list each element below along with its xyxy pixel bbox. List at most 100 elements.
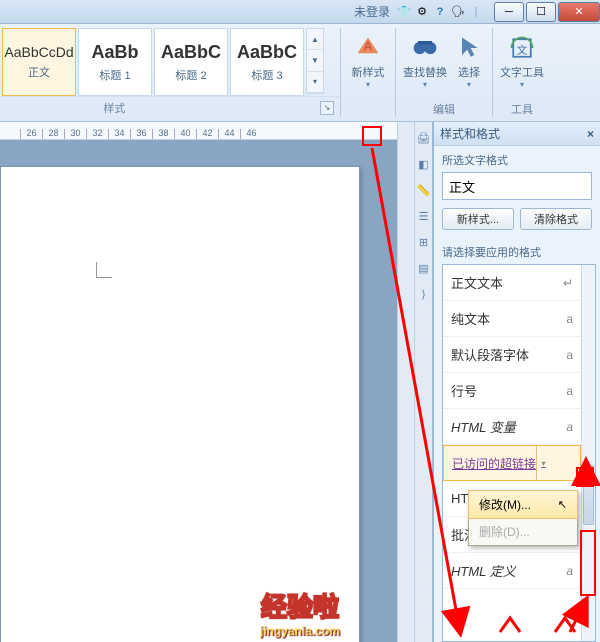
window-controls: ─ ☐ ✕ — [492, 2, 600, 22]
vertical-scrollbar[interactable] — [397, 122, 414, 642]
separator-icon: | — [468, 4, 484, 20]
ribbon-label: 选择 — [458, 64, 480, 80]
char-mark-icon: a — [566, 420, 573, 434]
style-name: 标题 2 — [175, 67, 206, 83]
style-tile-h1[interactable]: AaBb 标题 1 — [78, 28, 152, 96]
pane-close-button[interactable]: × — [587, 127, 594, 141]
ruler-mark: 42 — [196, 129, 218, 139]
styles-pane: 样式和格式 × 所选文字格式 正文 新样式... 清除格式 请选择要应用的格式 … — [432, 122, 600, 642]
new-style-button[interactable]: A 新样式 ▾ — [343, 26, 393, 96]
skin-icon[interactable]: 👕 — [396, 4, 412, 20]
list-item[interactable]: 正文文本↵ — [443, 265, 581, 301]
ruler-mark: 28 — [42, 129, 64, 139]
ruler-mark: 40 — [174, 129, 196, 139]
document-page[interactable] — [0, 166, 360, 642]
collapse-icon[interactable]: ⟩ — [417, 288, 431, 302]
style-item-label: 纯文本 — [451, 309, 490, 328]
cursor-icon — [455, 34, 483, 62]
vertical-toolbar: 🖨 ◧ 📏 ☰ ⊞ ▤ ⟩ — [414, 122, 432, 642]
scroll-down-icon[interactable]: ▼ — [307, 50, 323, 71]
style-item-label: HTML 变量 — [451, 417, 516, 436]
close-button[interactable]: ✕ — [558, 2, 600, 22]
expand-icon[interactable]: ▾ — [307, 72, 323, 93]
list-item[interactable]: HTML 定义a — [443, 553, 581, 589]
pane-buttons: 新样式... 清除格式 — [434, 200, 600, 238]
dropdown-icon: ▾ — [423, 80, 427, 89]
ribbon-label: 查找替换 — [403, 64, 447, 80]
ruler-mark: 32 — [86, 129, 108, 139]
style-name: 标题 3 — [251, 67, 282, 83]
ctx-label: 删除(D)... — [479, 523, 530, 540]
ribbon: AaBbCcDd 正文 AaBb 标题 1 AaBbC 标题 2 AaBbC 标… — [0, 24, 600, 122]
style-tile-body[interactable]: AaBbCcDd 正文 — [2, 28, 76, 96]
watermark-text: 经验啦 — [260, 587, 340, 624]
ruler-mark: 38 — [152, 129, 174, 139]
char-mark-icon: a — [566, 312, 573, 326]
help-icon[interactable]: ? — [432, 4, 448, 20]
find-replace-button[interactable]: 查找替换 ▾ — [400, 26, 450, 96]
maximize-button[interactable]: ☐ — [526, 2, 556, 22]
binoculars-icon — [411, 34, 439, 62]
dropdown-icon: ▾ — [467, 80, 471, 89]
watermark: 经验啦 jingyanla.com — [260, 587, 340, 638]
ribbon-label: 新样式 — [352, 64, 385, 80]
list-item[interactable]: 纯文本 a — [443, 301, 581, 337]
ruler-mark: 36 — [130, 129, 152, 139]
zoom-icon[interactable]: ⊞ — [417, 236, 431, 250]
minimize-button[interactable]: ─ — [494, 2, 524, 22]
current-format-label: 所选文字格式 — [434, 146, 600, 172]
ruler-mark: 26 — [20, 129, 42, 139]
style-context-menu: 修改(M)...↖ 删除(D)... — [468, 490, 578, 546]
group-label-tools: 工具 — [511, 101, 533, 120]
nav-icon[interactable]: ◧ — [417, 158, 431, 172]
outline-icon[interactable]: ▤ — [417, 262, 431, 276]
style-name: 正文 — [28, 64, 50, 80]
dropdown-icon: ▾ — [366, 80, 370, 89]
svg-text:文: 文 — [517, 43, 528, 56]
print-icon[interactable]: 🖨 — [417, 132, 431, 146]
margin-marker-icon — [96, 262, 112, 278]
style-preview: AaBbC — [161, 42, 221, 63]
gallery-more[interactable]: ▲ ▼ ▾ — [306, 28, 324, 94]
edit-group: 查找替换 ▾ 选择 ▾ 编辑 — [396, 24, 492, 120]
style-preview: AaBbCcDd — [4, 44, 73, 60]
list-item[interactable]: 行号a — [443, 373, 581, 409]
char-mark-icon: a — [566, 348, 573, 362]
style-tile-h2[interactable]: AaBbC 标题 2 — [154, 28, 228, 96]
styles-launcher[interactable]: ↘ — [320, 101, 334, 115]
tools-group: 文 文字工具 ▾ 工具 — [493, 24, 551, 120]
ruler-mark: 44 — [218, 129, 240, 139]
ctx-modify[interactable]: 修改(M)...↖ — [468, 490, 578, 519]
title-tray-icons: 👕 ⚙ ? 🗣 | — [396, 4, 484, 20]
feedback-icon[interactable]: 🗣 — [450, 4, 466, 20]
scrollbar-thumb[interactable] — [583, 465, 594, 525]
ruler-toggle-icon[interactable]: 📏 — [417, 184, 431, 198]
window-titlebar: 未登录 👕 ⚙ ? 🗣 | ─ ☐ ✕ — [0, 0, 600, 24]
list-scrollbar[interactable] — [581, 265, 595, 641]
style-item-dropdown[interactable]: ▾ — [536, 446, 550, 480]
ctx-label: 修改(M)... — [479, 496, 531, 513]
scroll-up-icon[interactable]: ▲ — [307, 29, 323, 50]
text-tools-icon: 文 — [508, 34, 536, 62]
styles-gallery: AaBbCcDd 正文 AaBb 标题 1 AaBbC 标题 2 AaBbC 标… — [0, 24, 340, 96]
text-tools-button[interactable]: 文 文字工具 ▾ — [497, 26, 547, 96]
ruler-mark: 46 — [240, 129, 262, 139]
document-area: 26 28 30 32 34 36 38 40 42 44 46 — [0, 122, 397, 642]
select-button[interactable]: 选择 ▾ — [450, 26, 488, 96]
bookmark-icon[interactable]: ☰ — [417, 210, 431, 224]
list-item-visited-hyperlink[interactable]: 已访问的超链接 ▾ — [443, 445, 581, 481]
watermark-url: jingyanla.com — [260, 624, 340, 638]
styles-group-footer: 样式 ↘ — [0, 96, 340, 118]
list-item[interactable]: HTML 变量 a — [443, 409, 581, 445]
style-tile-h3[interactable]: AaBbC 标题 3 — [230, 28, 304, 96]
login-status[interactable]: 未登录 — [354, 3, 390, 20]
style-item-label: 正文文本 — [451, 273, 503, 292]
style-item-label: 已访问的超链接 — [452, 455, 536, 472]
horizontal-ruler[interactable]: 26 28 30 32 34 36 38 40 42 44 46 — [0, 122, 397, 140]
style-item-label: HTML 定义 — [451, 561, 516, 580]
current-style-box[interactable]: 正文 — [442, 172, 592, 200]
clear-format-button[interactable]: 清除格式 — [520, 208, 592, 230]
new-style-pane-button[interactable]: 新样式... — [442, 208, 514, 230]
settings-icon[interactable]: ⚙ — [414, 4, 430, 20]
list-item[interactable]: 默认段落字体a — [443, 337, 581, 373]
